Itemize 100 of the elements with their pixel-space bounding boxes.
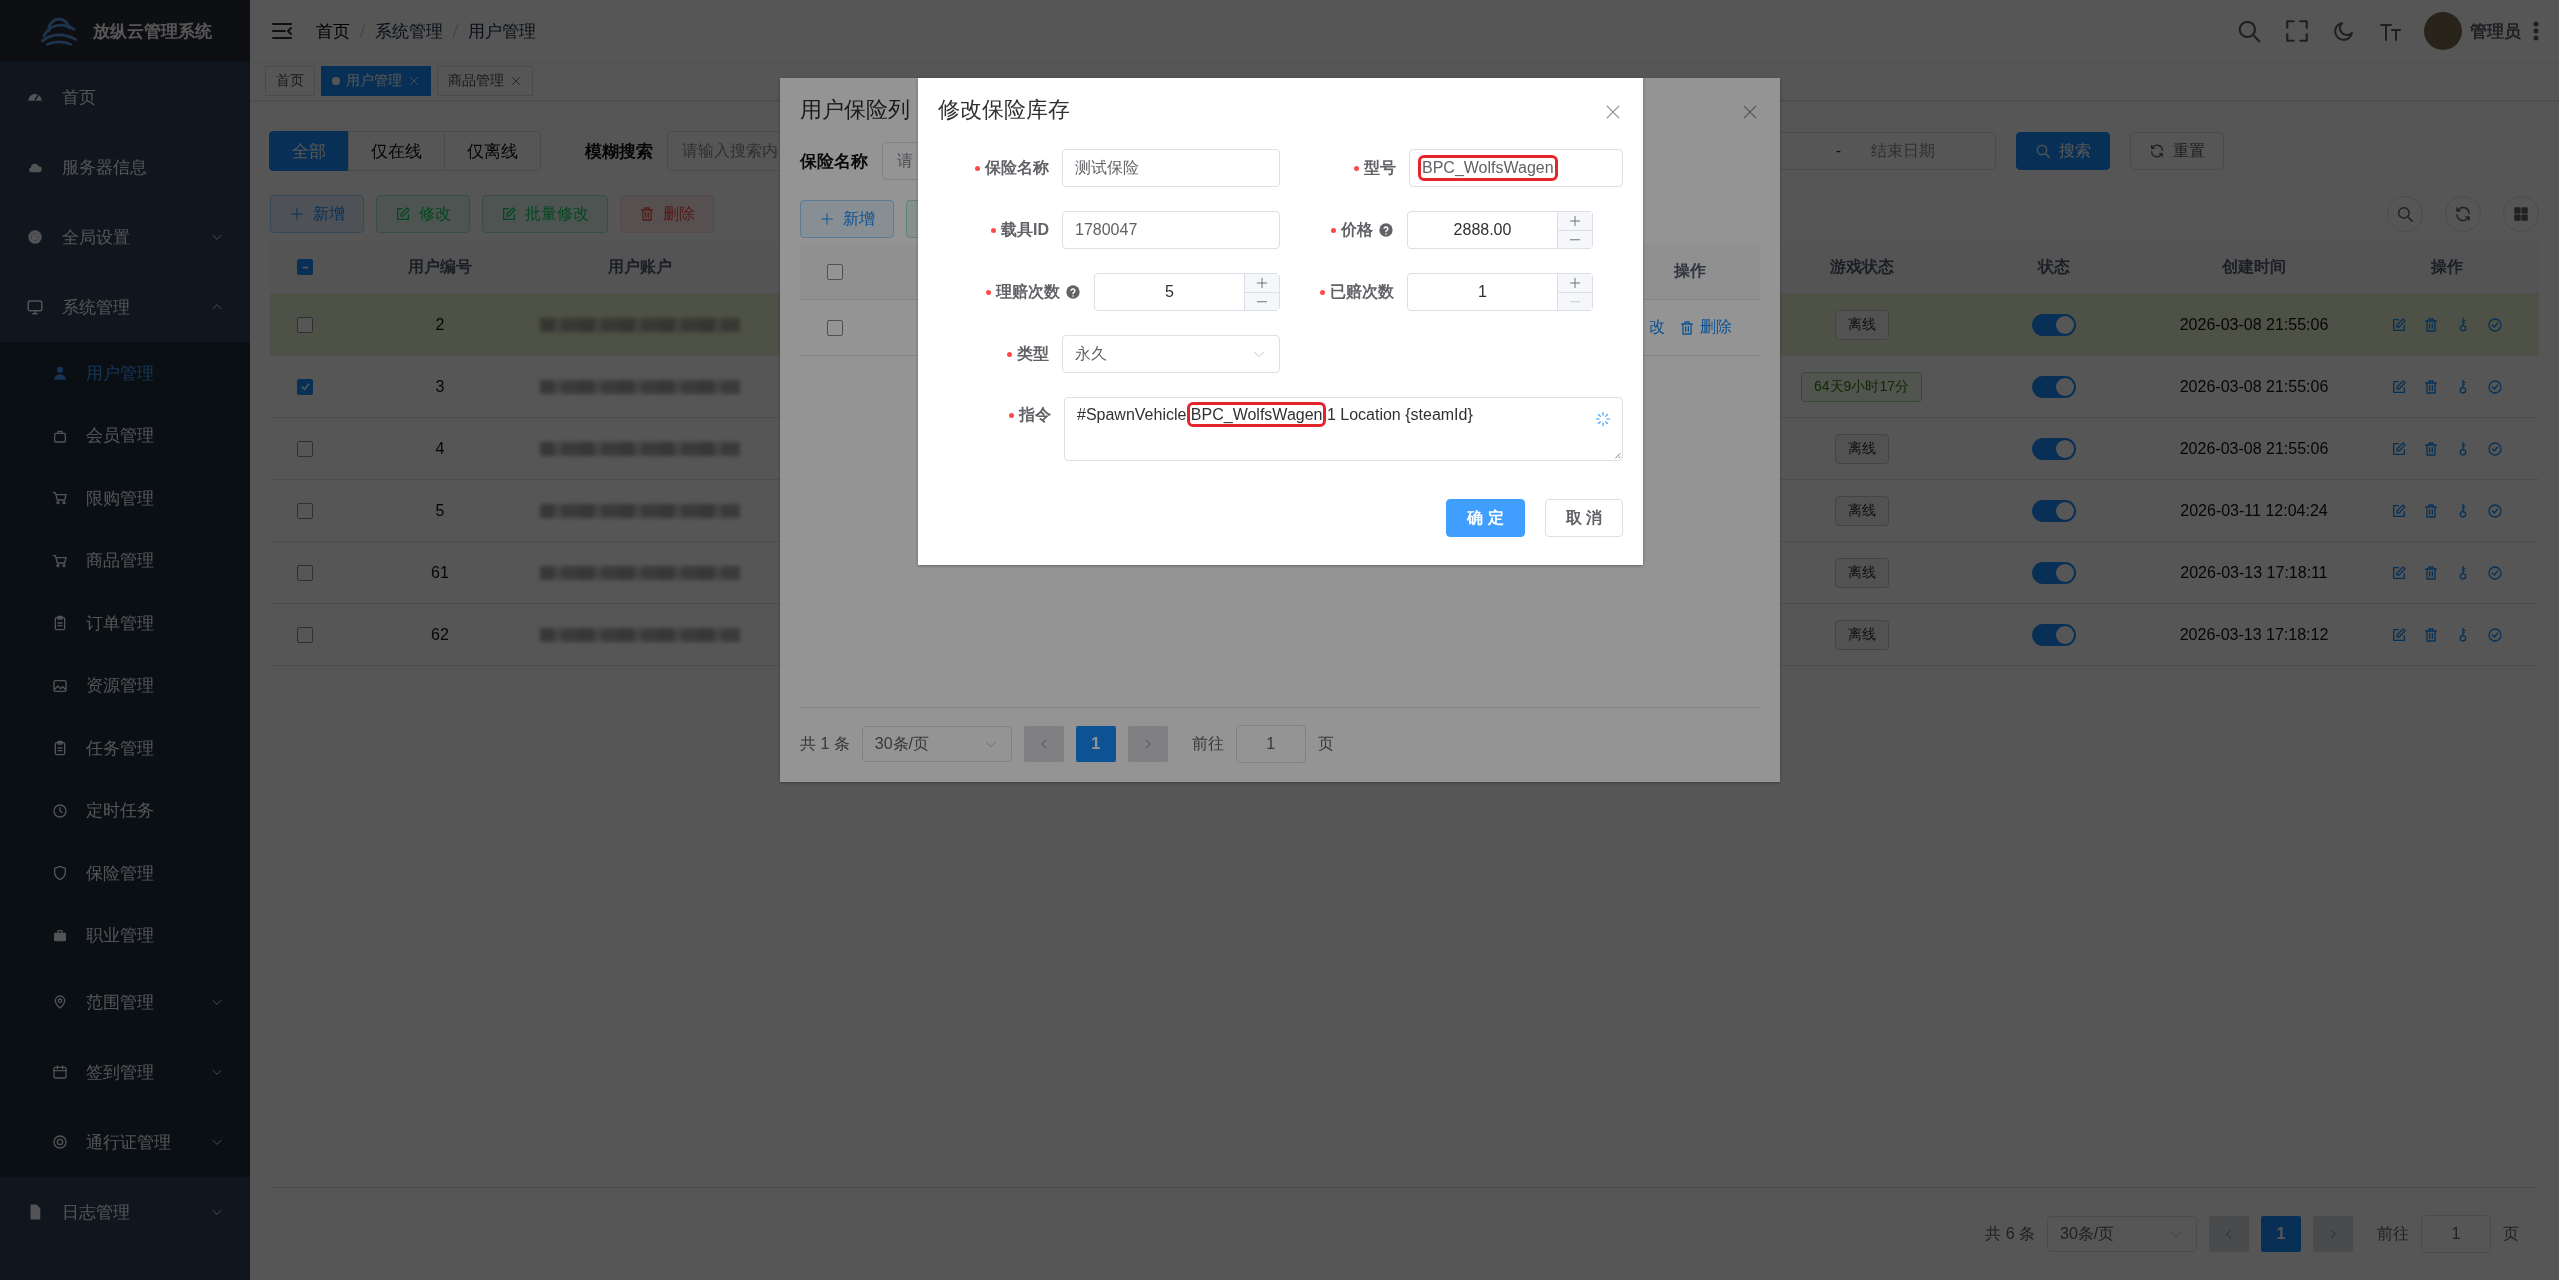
- status-tag: 离线: [1834, 433, 1889, 464]
- claimed-field[interactable]: 1: [1407, 273, 1593, 311]
- delete-button[interactable]: [2422, 502, 2439, 519]
- add-button[interactable]: 新增: [270, 195, 364, 233]
- edit-button[interactable]: [2390, 316, 2407, 333]
- previous-page-button[interactable]: [2209, 1216, 2249, 1252]
- delete-link[interactable]: 删除: [1678, 317, 1732, 338]
- checkbox[interactable]: [827, 319, 843, 336]
- minus-icon: [1568, 299, 1582, 303]
- delete-button[interactable]: [2422, 378, 2439, 395]
- refresh-icon: [2454, 205, 2472, 223]
- toggle-switch[interactable]: [2032, 437, 2076, 460]
- fullscreen-icon: [2284, 18, 2310, 44]
- check-button[interactable]: [2486, 564, 2503, 581]
- check-button[interactable]: [2486, 316, 2503, 333]
- search-button[interactable]: 搜索: [2016, 132, 2110, 170]
- form-label: 指令: [1009, 405, 1051, 426]
- menu-item[interactable]: 首页: [0, 62, 250, 132]
- toggle-switch[interactable]: [2032, 623, 2076, 646]
- check-circle-icon: [2486, 440, 2503, 457]
- toggle-switch[interactable]: [2032, 313, 2076, 336]
- next-page-button[interactable]: [1127, 726, 1168, 762]
- edit-button[interactable]: [2390, 440, 2407, 457]
- claims-field[interactable]: 5: [1094, 273, 1280, 311]
- toggle-switch[interactable]: [2032, 375, 2076, 398]
- page-tab[interactable]: 用户管理: [321, 66, 431, 96]
- dialog-title: 用户保险列: [800, 96, 910, 124]
- filter-tab[interactable]: 仅在线: [348, 131, 445, 171]
- edit-button[interactable]: [2390, 626, 2407, 643]
- checkbox[interactable]: [297, 502, 313, 519]
- command-field[interactable]: #SpawnVehicle BPC_WolfsWagen 1 Location {steamId}: [1064, 397, 1623, 461]
- user-name[interactable]: 管理员: [2470, 19, 2521, 43]
- edit-button[interactable]: [2390, 378, 2407, 395]
- table-cell: 4: [435, 439, 445, 458]
- filter-label: 保险名称: [800, 150, 868, 173]
- table-cell: 2: [435, 315, 445, 334]
- type-select[interactable]: 永久: [1062, 335, 1280, 373]
- edit-button[interactable]: [2390, 502, 2407, 519]
- menu-item[interactable]: 服务器信息: [0, 132, 250, 202]
- check-icon: [299, 381, 311, 392]
- page-tab[interactable]: 商品管理: [437, 66, 533, 96]
- trash-icon: [2422, 626, 2439, 643]
- checkbox[interactable]: [297, 378, 313, 395]
- cancel-button[interactable]: 取 消: [1544, 499, 1623, 537]
- edit-button[interactable]: 修改: [376, 195, 470, 233]
- price-field[interactable]: 2888.00: [1407, 211, 1593, 249]
- name-field[interactable]: 测试保险: [1062, 149, 1280, 187]
- confirm-button[interactable]: 确 定: [1446, 499, 1525, 537]
- page-input[interactable]: 1: [1235, 725, 1306, 763]
- column-header: 创建时间: [2221, 256, 2287, 277]
- column-header: 用户账户: [607, 256, 673, 277]
- check-button[interactable]: [2486, 378, 2503, 395]
- edit-button[interactable]: 批量修改: [482, 195, 608, 233]
- resize-handle-icon[interactable]: [1613, 451, 1621, 459]
- column-header: 操作: [2429, 256, 2464, 277]
- avatar[interactable]: [2424, 12, 2462, 50]
- breadcrumb-item[interactable]: 首页: [316, 19, 350, 43]
- trash-icon: [2422, 502, 2439, 519]
- page-tab[interactable]: 首页: [265, 66, 315, 96]
- delete-button[interactable]: [2422, 564, 2439, 581]
- page-button[interactable]: 1: [2261, 1216, 2301, 1252]
- table-cell: 2026-03-08 21:55:06: [2179, 315, 2329, 334]
- checkbox[interactable]: [297, 626, 313, 643]
- toggle-switch[interactable]: [2032, 499, 2076, 522]
- menu-item[interactable]: 全局设置: [0, 202, 250, 272]
- add-button[interactable]: 新增: [800, 200, 894, 238]
- delete-button[interactable]: [2422, 316, 2439, 333]
- check-button[interactable]: [2486, 502, 2503, 519]
- page-button[interactable]: 1: [1075, 726, 1116, 762]
- filter-tab[interactable]: 仅离线: [444, 131, 541, 171]
- trash-icon: [639, 206, 655, 222]
- checkbox[interactable]: [827, 263, 843, 280]
- plus-icon: [1568, 213, 1582, 228]
- gear-icon: [26, 228, 44, 246]
- delete-button[interactable]: [2422, 440, 2439, 457]
- filter-tab[interactable]: 全部: [269, 131, 349, 171]
- page-size-select[interactable]: 30条/页: [861, 726, 1012, 762]
- goto-label: 前往: [1191, 733, 1224, 754]
- dialog-title: 修改保险库存: [938, 96, 1070, 124]
- form-label: 载具ID: [991, 219, 1049, 241]
- model-field[interactable]: BPC_WolfsWagen: [1409, 149, 1623, 187]
- previous-page-button[interactable]: [1023, 726, 1064, 762]
- check-button[interactable]: [2486, 440, 2503, 457]
- trash-icon: [2422, 378, 2439, 395]
- checkbox[interactable]: [297, 316, 313, 333]
- edit-link[interactable]: 改: [1648, 317, 1665, 338]
- trash-icon: [1678, 319, 1695, 336]
- delete-button[interactable]: [2422, 626, 2439, 643]
- toggle-switch[interactable]: [2032, 561, 2076, 584]
- checkbox[interactable]: [297, 440, 313, 457]
- checkbox[interactable]: [297, 564, 313, 581]
- check-button[interactable]: [2486, 626, 2503, 643]
- plus-icon: [1255, 275, 1269, 290]
- sparkle-icon: [1594, 410, 1612, 428]
- checkbox[interactable]: [297, 259, 313, 275]
- vehicle-id-field[interactable]: 1780047: [1062, 211, 1280, 249]
- next-page-button[interactable]: [2313, 1216, 2353, 1252]
- total-count: 共 1 条: [800, 733, 850, 754]
- column-header: 游戏状态: [1828, 256, 1895, 277]
- edit-button[interactable]: [2390, 564, 2407, 581]
